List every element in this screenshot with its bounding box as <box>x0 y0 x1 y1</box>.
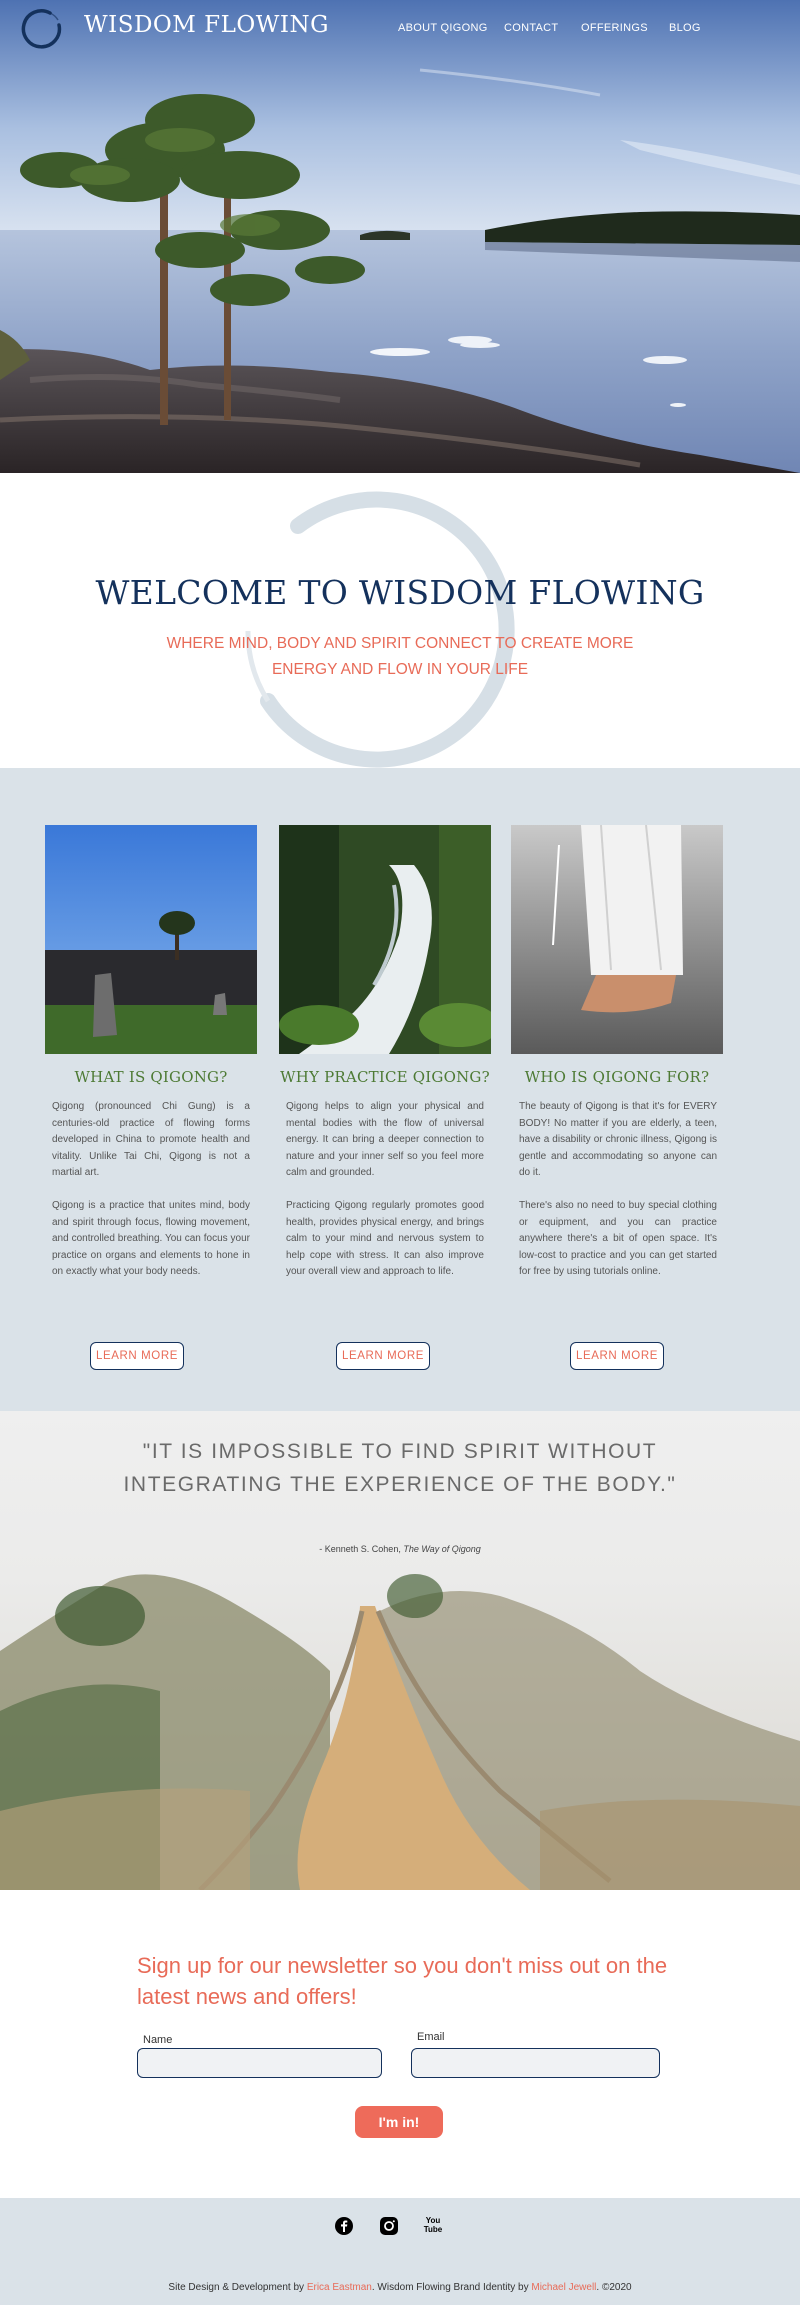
feature-paragraph: Qigong (pronounced Chi Gung) is a centur… <box>52 1101 250 1179</box>
feature-text-who-is-qigong-for: The beauty of Qigong is that it's for EV… <box>519 1099 717 1281</box>
hero-lake-image <box>0 0 800 473</box>
youtube-icon[interactable]: You Tube <box>423 2216 443 2236</box>
learn-more-button-what-is-qigong[interactable]: LEARN MORE <box>90 1342 184 1370</box>
youtube-icon-text: You Tube <box>423 2216 443 2234</box>
quote-book-title: The Way of Qigong <box>403 1544 481 1554</box>
brand-designer-link[interactable]: Michael Jewell <box>531 2282 596 2293</box>
learn-more-button-why-practice-qigong[interactable]: LEARN MORE <box>336 1342 430 1370</box>
feature-image-what-is-qigong <box>45 825 257 1054</box>
nav-link-contact[interactable]: CONTACT <box>504 22 558 34</box>
feature-title-who-is-qigong-for: WHO IS QIGONG FOR? <box>524 1068 710 1086</box>
site-title[interactable]: WISDOM FLOWING <box>84 12 329 38</box>
nav-link-about-qigong[interactable]: ABOUT QIGONG <box>398 22 488 34</box>
quote-section: "IT IS IMPOSSIBLE TO FIND SPIRIT WITHOUT… <box>0 1411 800 1890</box>
credits-suffix: . ©2020 <box>596 2282 632 2293</box>
nav-link-blog[interactable]: BLOG <box>669 22 701 34</box>
feature-title-what-is-qigong: WHAT IS QIGONG? <box>74 1068 228 1086</box>
feature-text-what-is-qigong: Qigong (pronounced Chi Gung) is a centur… <box>52 1099 250 1281</box>
quote-author: - Kenneth S. Cohen, <box>319 1544 401 1554</box>
logo-enso-icon[interactable] <box>20 8 64 52</box>
welcome-title: WELCOME TO WISDOM FLOWING <box>95 573 705 612</box>
email-field-label: Email <box>417 2031 445 2043</box>
top-nav: WISDOM FLOWING ABOUT QIGONG CONTACT OFFE… <box>0 0 800 56</box>
email-field[interactable] <box>411 2048 660 2078</box>
feature-image-feet-on-pebbles <box>511 825 723 1054</box>
newsletter-heading: Sign up for our newsletter so you don't … <box>137 1953 668 2009</box>
footer: You Tube Site Design & Development by Er… <box>0 2198 800 2305</box>
newsletter-submit-button[interactable]: I'm in! <box>355 2106 443 2138</box>
enso-brush-circle <box>245 491 515 768</box>
nav-link-offerings[interactable]: OFFERINGS <box>581 22 648 34</box>
learn-more-button-who-is-qigong-for[interactable]: LEARN MORE <box>570 1342 664 1370</box>
name-field-label: Name <box>143 2034 173 2046</box>
features-section: WHAT IS QIGONG? WHY PRACTICE QIGONG? WHO… <box>0 768 800 1411</box>
designer-link[interactable]: Erica Eastman <box>307 2282 372 2293</box>
name-field[interactable] <box>137 2048 382 2078</box>
instagram-icon[interactable] <box>379 2216 399 2236</box>
hero-section: WISDOM FLOWING ABOUT QIGONG CONTACT OFFE… <box>0 0 800 473</box>
welcome-subtitle: WHERE MIND, BODY AND SPIRIT CONNECT TO C… <box>166 635 634 678</box>
feature-paragraph: Qigong is a practice that unites mind, b… <box>52 1199 250 1278</box>
newsletter-section: Sign up for our newsletter so you don't … <box>0 1890 800 2198</box>
feature-title-why-practice-qigong: WHY PRACTICE QIGONG? <box>280 1068 490 1086</box>
feature-paragraph: The beauty of Qigong is that it's for EV… <box>519 1101 717 1179</box>
feature-paragraph: Practicing Qigong regularly promotes goo… <box>286 1199 484 1278</box>
quote-text: "IT IS IMPOSSIBLE TO FIND SPIRIT WITHOUT… <box>123 1440 677 1496</box>
feature-paragraph: Qigong helps to align your physical and … <box>286 1101 484 1179</box>
credits-prefix: Site Design & Development by <box>168 2282 305 2293</box>
feature-paragraph: There's also no need to buy special clot… <box>519 1199 717 1278</box>
feature-image-waterfall <box>279 825 491 1054</box>
facebook-icon[interactable] <box>334 2216 354 2236</box>
credits-middle: . Wisdom Flowing Brand Identity by <box>371 2282 529 2293</box>
quote-citation: - Kenneth S. Cohen, The Way of Qigong <box>0 1544 800 1554</box>
footer-credits: Site Design & Development by Erica Eastm… <box>0 2282 800 2293</box>
welcome-section: WELCOME TO WISDOM FLOWING WHERE MIND, BO… <box>0 473 800 768</box>
feature-text-why-practice-qigong: Qigong helps to align your physical and … <box>286 1099 484 1281</box>
